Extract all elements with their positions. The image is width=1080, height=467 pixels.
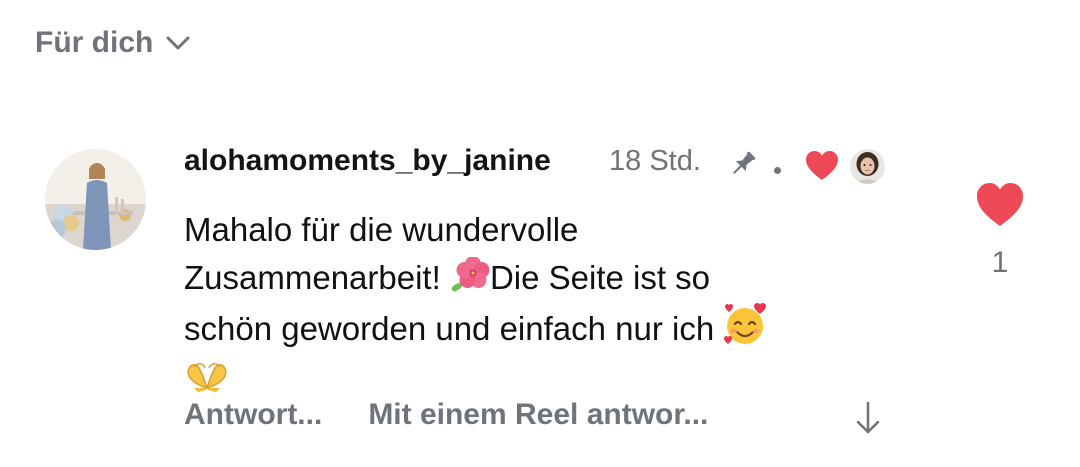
- reply-button[interactable]: Antwort...: [184, 398, 322, 432]
- comment-line: schön geworden und einfach nur ich: [184, 302, 924, 353]
- avatar-image: [45, 149, 146, 250]
- comment-line: Zusammenarbeit! Die Seite ist so: [184, 254, 924, 302]
- comment-text-segment: schön geworden und einfach nur ich: [184, 310, 724, 347]
- comment-text: Mahalo für die wundervolle Zusammenarbei…: [184, 206, 924, 401]
- like-count: 1: [991, 246, 1009, 279]
- comment-line: [184, 353, 924, 401]
- reply-with-reel-button[interactable]: Mit einem Reel antwor...: [368, 398, 708, 432]
- creator-avatar: [850, 149, 885, 184]
- meta-separator-dot: [774, 167, 781, 174]
- arrow-down-icon[interactable]: [852, 400, 884, 436]
- heart-hands-icon: [187, 363, 227, 392]
- comment-timestamp: 18 Std.: [609, 145, 701, 177]
- hibiscus-icon: [451, 257, 490, 292]
- sort-dropdown[interactable]: Für dich: [35, 26, 193, 60]
- chevron-down-icon: [166, 36, 190, 50]
- avatar[interactable]: [45, 149, 146, 250]
- comment-line: Mahalo für die wundervolle: [184, 211, 579, 248]
- heart-icon: [806, 151, 838, 180]
- comment-text-segment: Zusammenarbeit!: [184, 259, 450, 296]
- sort-label: Für dich: [35, 26, 154, 59]
- pin-icon: [733, 151, 756, 174]
- comment-username[interactable]: alohamoments_by_janine: [184, 144, 551, 178]
- smiling-face-with-hearts-icon: [724, 303, 767, 344]
- comment-actions: Antwort... Mit einem Reel antwor...: [184, 398, 708, 432]
- like-heart-icon[interactable]: [976, 182, 1024, 228]
- comment-text-segment: Die Seite ist so: [489, 259, 711, 296]
